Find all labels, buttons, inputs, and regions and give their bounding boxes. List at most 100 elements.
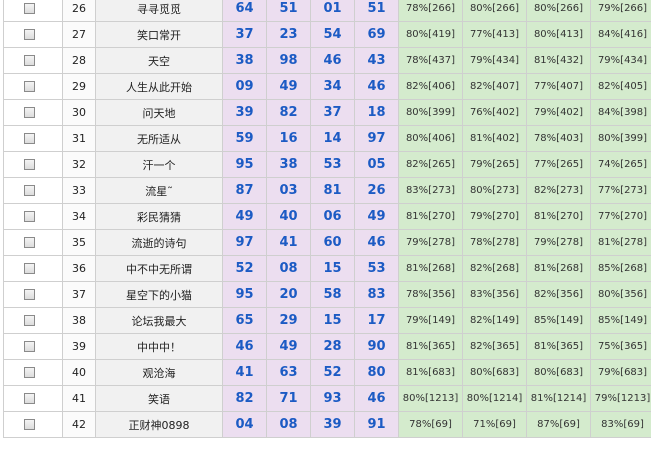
user-name: 流星˜ xyxy=(95,177,223,204)
hit-rate: 81%[1214] xyxy=(526,385,591,412)
drawn-number: 82 xyxy=(222,385,267,412)
row-number: 26 xyxy=(62,0,96,22)
hit-rate: 80%[356] xyxy=(590,281,651,308)
table-row: 34 彩民猜猜 49 40 06 49 81%[270] 79%[270] 81%[270] 77… xyxy=(3,203,651,230)
drawn-number: 14 xyxy=(310,125,355,152)
hit-rate: 78%[437] xyxy=(398,47,463,74)
hit-rate: 79%[149] xyxy=(398,307,463,334)
hit-rate: 82%[149] xyxy=(462,307,527,334)
hit-rate: 79%[278] xyxy=(398,229,463,256)
hit-rate: 81%[432] xyxy=(526,47,591,74)
row-checkbox[interactable] xyxy=(23,3,35,14)
table-row: 27 笑口常开 37 23 54 69 80%[419] 77%[413] 80%[413] 84… xyxy=(3,21,651,48)
hit-rate: 79%[434] xyxy=(462,47,527,74)
hit-rate: 76%[402] xyxy=(462,99,527,126)
row-select-cell xyxy=(3,359,63,386)
user-name: 中中中！ xyxy=(95,333,223,360)
table-row: 40 观沧海 41 63 52 80 81%[683] 80%[683] 80%[683] 79%… xyxy=(3,359,651,386)
drawn-number: 17 xyxy=(354,307,399,334)
user-name: 寻寻觅觅 xyxy=(95,0,223,22)
drawn-number: 69 xyxy=(354,21,399,48)
user-name: 流逝的诗句 xyxy=(95,229,223,256)
row-checkbox[interactable] xyxy=(23,263,35,274)
user-name: 中不中无所谓 xyxy=(95,255,223,282)
table-row: 30 问天地 39 82 37 18 80%[399] 76%[402] 79%[402] 84%… xyxy=(3,99,651,126)
hit-rate: 83%[69] xyxy=(590,411,651,438)
row-number: 33 xyxy=(62,177,96,204)
hit-rate: 82%[406] xyxy=(398,73,463,100)
drawn-number: 06 xyxy=(310,203,355,230)
row-checkbox[interactable] xyxy=(23,237,35,248)
hit-rate: 82%[356] xyxy=(526,281,591,308)
hit-rate: 81%[270] xyxy=(526,203,591,230)
row-select-cell xyxy=(3,177,63,204)
row-checkbox[interactable] xyxy=(23,185,35,196)
hit-rate: 78%[266] xyxy=(398,0,463,22)
user-name: 天空 xyxy=(95,47,223,74)
hit-rate: 78%[69] xyxy=(398,411,463,438)
drawn-number: 28 xyxy=(310,333,355,360)
hit-rate: 85%[268] xyxy=(590,255,651,282)
row-checkbox[interactable] xyxy=(23,81,35,92)
hit-rate: 83%[356] xyxy=(462,281,527,308)
row-checkbox[interactable] xyxy=(23,211,35,222)
row-checkbox[interactable] xyxy=(23,133,35,144)
hit-rate: 81%[402] xyxy=(462,125,527,152)
user-name: 彩民猜猜 xyxy=(95,203,223,230)
drawn-number: 26 xyxy=(354,177,399,204)
drawn-number: 20 xyxy=(266,281,311,308)
drawn-number: 23 xyxy=(266,21,311,48)
drawn-number: 08 xyxy=(266,411,311,438)
row-number: 35 xyxy=(62,229,96,256)
row-checkbox[interactable] xyxy=(23,55,35,66)
hit-rate: 75%[365] xyxy=(590,333,651,360)
user-name: 问天地 xyxy=(95,99,223,126)
drawn-number: 37 xyxy=(222,21,267,48)
row-select-cell xyxy=(3,255,63,282)
drawn-number: 05 xyxy=(354,151,399,178)
drawn-number: 39 xyxy=(310,411,355,438)
row-number: 39 xyxy=(62,333,96,360)
hit-rate: 80%[266] xyxy=(462,0,527,22)
row-checkbox[interactable] xyxy=(23,367,35,378)
row-number: 38 xyxy=(62,307,96,334)
table-row: 39 中中中！ 46 49 28 90 81%[365] 82%[365] 81%[365] 75… xyxy=(3,333,651,360)
drawn-number: 98 xyxy=(266,47,311,74)
row-number: 32 xyxy=(62,151,96,178)
hit-rate: 80%[273] xyxy=(462,177,527,204)
row-checkbox[interactable] xyxy=(23,289,35,300)
row-checkbox[interactable] xyxy=(23,29,35,40)
drawn-number: 59 xyxy=(222,125,267,152)
row-checkbox[interactable] xyxy=(23,315,35,326)
drawn-number: 01 xyxy=(310,0,355,22)
hit-rate: 71%[69] xyxy=(462,411,527,438)
row-checkbox[interactable] xyxy=(23,419,35,430)
hit-rate: 80%[413] xyxy=(526,21,591,48)
table-row: 42 正财神0898 04 08 39 91 78%[69] 71%[69] 87%[69] 83… xyxy=(3,411,651,438)
table-row: 35 流逝的诗句 97 41 60 46 79%[278] 78%[278] 79%[278] 8… xyxy=(3,229,651,256)
row-checkbox[interactable] xyxy=(23,107,35,118)
hit-rate: 78%[403] xyxy=(526,125,591,152)
drawn-number: 34 xyxy=(310,73,355,100)
drawn-number: 46 xyxy=(354,73,399,100)
drawn-number: 52 xyxy=(222,255,267,282)
drawn-number: 52 xyxy=(310,359,355,386)
drawn-number: 87 xyxy=(222,177,267,204)
drawn-number: 46 xyxy=(222,333,267,360)
row-select-cell xyxy=(3,21,63,48)
row-checkbox[interactable] xyxy=(23,341,35,352)
drawn-number: 49 xyxy=(266,333,311,360)
row-checkbox[interactable] xyxy=(23,393,35,404)
drawn-number: 38 xyxy=(222,47,267,74)
drawn-number: 60 xyxy=(310,229,355,256)
row-number: 37 xyxy=(62,281,96,308)
drawn-number: 63 xyxy=(266,359,311,386)
table-row: 28 天空 38 98 46 43 78%[437] 79%[434] 81%[432] 79%[… xyxy=(3,47,651,74)
table-row: 32 汗一个 95 38 53 05 82%[265] 79%[265] 77%[265] 74%… xyxy=(3,151,651,178)
drawn-number: 58 xyxy=(310,281,355,308)
row-select-cell xyxy=(3,411,63,438)
row-select-cell xyxy=(3,47,63,74)
hit-rate: 82%[405] xyxy=(590,73,651,100)
row-select-cell xyxy=(3,125,63,152)
row-checkbox[interactable] xyxy=(23,159,35,170)
